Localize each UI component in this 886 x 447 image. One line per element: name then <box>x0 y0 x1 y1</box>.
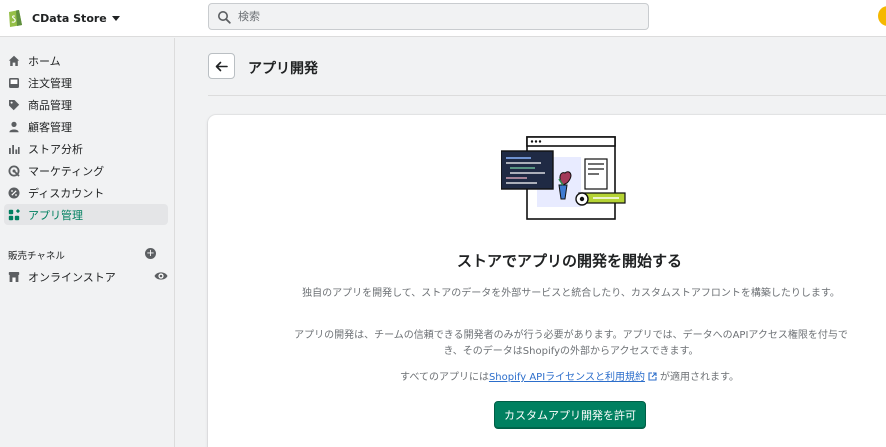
license-suffix: が適用されます。 <box>659 372 739 383</box>
home-icon <box>8 55 20 67</box>
sidebar-item-label: ストア分析 <box>28 142 83 156</box>
eye-icon[interactable] <box>154 270 168 282</box>
card-warning-text: アプリの開発は、チームの信頼できる開発者のみが行う必要があります。アプリでは、デ… <box>294 330 848 357</box>
card-heading: ストアでアプリの開発を開始する <box>456 252 682 270</box>
sidebar-item-label: 顧客管理 <box>28 120 72 134</box>
person-icon <box>8 121 20 133</box>
store-name: CData Store <box>32 11 107 25</box>
top-bar: CData Store <box>0 0 886 37</box>
card-description: 独自のアプリを開発して、ストアのデータを外部サービスと統合したり、カスタムストア… <box>302 288 840 299</box>
license-link[interactable]: Shopify APIライセンスと利用規約 <box>489 372 645 383</box>
sidebar-item-discounts[interactable]: ディスカウント <box>4 182 168 203</box>
license-prefix: すべてのアプリには <box>400 372 489 383</box>
app-development-illustration <box>501 136 626 220</box>
sidebar-item-label: 注文管理 <box>28 76 72 90</box>
sidebar-item-label: 商品管理 <box>28 98 72 112</box>
store-icon <box>8 271 20 283</box>
sidebar-item-products[interactable]: 商品管理 <box>4 94 168 115</box>
bar-chart-icon <box>8 143 20 155</box>
allow-custom-app-development-button[interactable]: カスタムアプリ開発を許可 <box>494 401 646 429</box>
sidebar-item-label: オンラインストア <box>28 270 116 284</box>
search-bar[interactable] <box>208 3 649 30</box>
sidebar-item-analytics[interactable]: ストア分析 <box>4 138 168 159</box>
shopify-logo-icon <box>9 10 22 27</box>
sidebar-item-label: ディスカウント <box>28 186 105 200</box>
arrow-left-icon <box>215 61 228 71</box>
sidebar-item-online-store[interactable]: オンラインストア <box>4 266 168 287</box>
page-title: アプリ開発 <box>248 61 318 77</box>
target-icon <box>8 165 20 177</box>
avatar[interactable] <box>878 6 886 26</box>
tag-icon <box>8 99 20 111</box>
chevron-down-icon <box>111 15 120 21</box>
sidebar: ホーム 注文管理 商品管理 顧客管理 ストア分析 マーケティング ディスカウント… <box>0 38 175 447</box>
sidebar-item-customers[interactable]: 顧客管理 <box>4 116 168 137</box>
sales-channels-title: 販売チャネル <box>8 251 65 262</box>
sidebar-item-marketing[interactable]: マーケティング <box>4 160 168 181</box>
sidebar-item-apps[interactable]: アプリ管理 <box>4 204 168 225</box>
back-button[interactable] <box>208 53 235 79</box>
store-switcher[interactable]: CData Store <box>6 6 120 30</box>
empty-state-card: ストアでアプリの開発を開始する 独自のアプリを開発して、ストアのデータを外部サー… <box>208 115 886 447</box>
sidebar-item-orders[interactable]: 注文管理 <box>4 72 168 93</box>
apps-icon <box>8 208 20 221</box>
sidebar-item-label: ホーム <box>28 54 61 68</box>
sidebar-item-home[interactable]: ホーム <box>4 50 168 71</box>
sidebar-item-label: マーケティング <box>28 164 105 178</box>
add-channel-icon[interactable]: + <box>145 248 156 259</box>
inbox-icon <box>8 77 20 89</box>
external-link-icon[interactable] <box>648 372 657 381</box>
search-icon <box>218 10 231 24</box>
main-content: アプリ開発 ストアでアプリの開発を開始する 独自のアプリを開発して、ストアのデー… <box>175 38 886 447</box>
sidebar-item-label: アプリ管理 <box>28 208 83 222</box>
divider <box>208 95 886 96</box>
discount-icon <box>8 187 20 199</box>
license-notice: すべてのアプリにはShopify APIライセンスと利用規約 が適用されます。 <box>208 370 886 386</box>
search-input[interactable] <box>238 10 618 23</box>
